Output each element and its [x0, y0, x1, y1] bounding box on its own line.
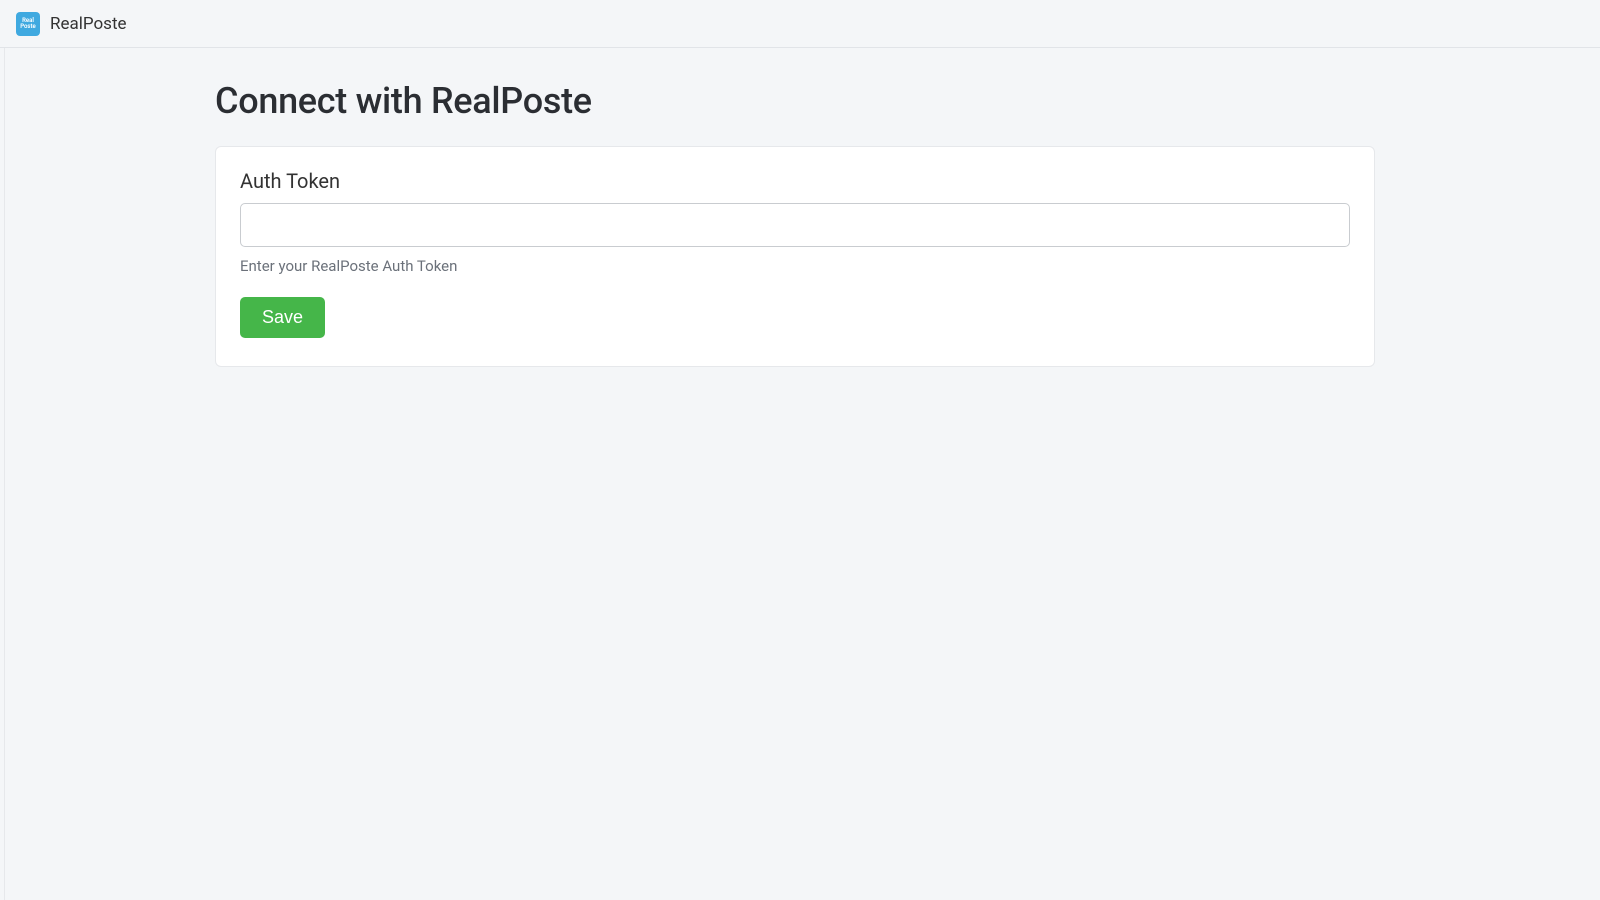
main-container: Connect with RealPoste Auth Token Enter …: [215, 80, 1375, 367]
brand[interactable]: Real Poste RealPoste: [16, 12, 127, 36]
auth-token-label: Auth Token: [240, 169, 1350, 193]
brand-icon: Real Poste: [16, 12, 40, 36]
auth-token-help: Enter your RealPoste Auth Token: [240, 257, 1350, 275]
content-wrapper: Connect with RealPoste Auth Token Enter …: [4, 48, 1600, 900]
page-title: Connect with RealPoste: [215, 80, 1375, 122]
brand-name: RealPoste: [50, 14, 127, 34]
auth-token-input[interactable]: [240, 203, 1350, 247]
top-bar: Real Poste RealPoste: [0, 0, 1600, 48]
save-button[interactable]: Save: [240, 297, 325, 338]
auth-card: Auth Token Enter your RealPoste Auth Tok…: [215, 146, 1375, 367]
brand-icon-text-bottom: Poste: [20, 24, 36, 30]
